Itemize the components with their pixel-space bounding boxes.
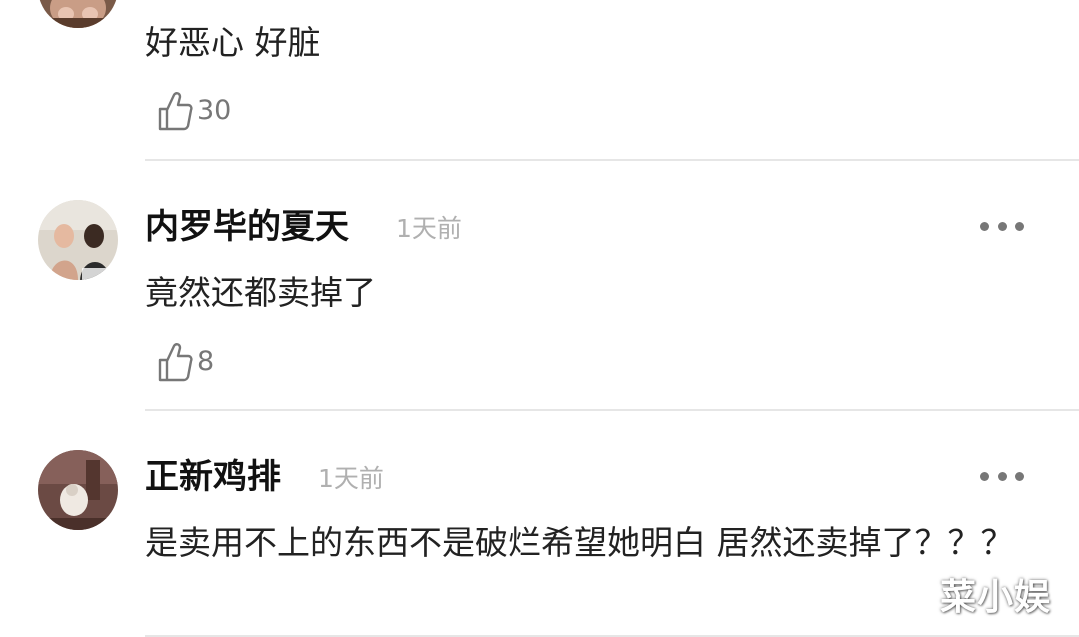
more-options-button[interactable]: [980, 469, 1024, 483]
thumbs-up-icon: [158, 92, 193, 131]
more-options-button[interactable]: [980, 219, 1024, 233]
more-dots-icon: [980, 471, 989, 481]
comment-item: 内罗毕的夏天 1天前 竟然还都卖掉了 8: [0, 160, 1079, 410]
avatar[interactable]: [38, 0, 118, 28]
avatar[interactable]: [38, 450, 118, 530]
comment-text: 竟然还都卖掉了: [145, 273, 376, 312]
timestamp: 1天前: [396, 214, 462, 243]
like-button[interactable]: 8: [157, 340, 214, 384]
like-button[interactable]: 30: [157, 89, 231, 133]
like-count: 30: [197, 95, 232, 126]
watermark: 菜小娱: [940, 577, 1052, 618]
comment-text: 是卖用不上的东西不是破烂希望她明白 居然还卖掉了？？？: [145, 523, 1014, 562]
username[interactable]: 正新鸡排: [145, 457, 281, 497]
comment-item: 正新鸡排 1天前 是卖用不上的东西不是破烂希望她明白 居然还卖掉了？？？: [0, 410, 1079, 637]
timestamp: 1天前: [318, 464, 384, 493]
username[interactable]: 内罗毕的夏天: [145, 207, 349, 247]
thumbs-up-icon: [158, 343, 193, 382]
comment-item: 好恶心 好脏 30: [0, 0, 1079, 160]
more-dots-icon: [980, 221, 989, 231]
comment-text: 好恶心 好脏: [145, 23, 321, 62]
like-count: 8: [197, 346, 215, 377]
avatar[interactable]: [38, 200, 118, 280]
